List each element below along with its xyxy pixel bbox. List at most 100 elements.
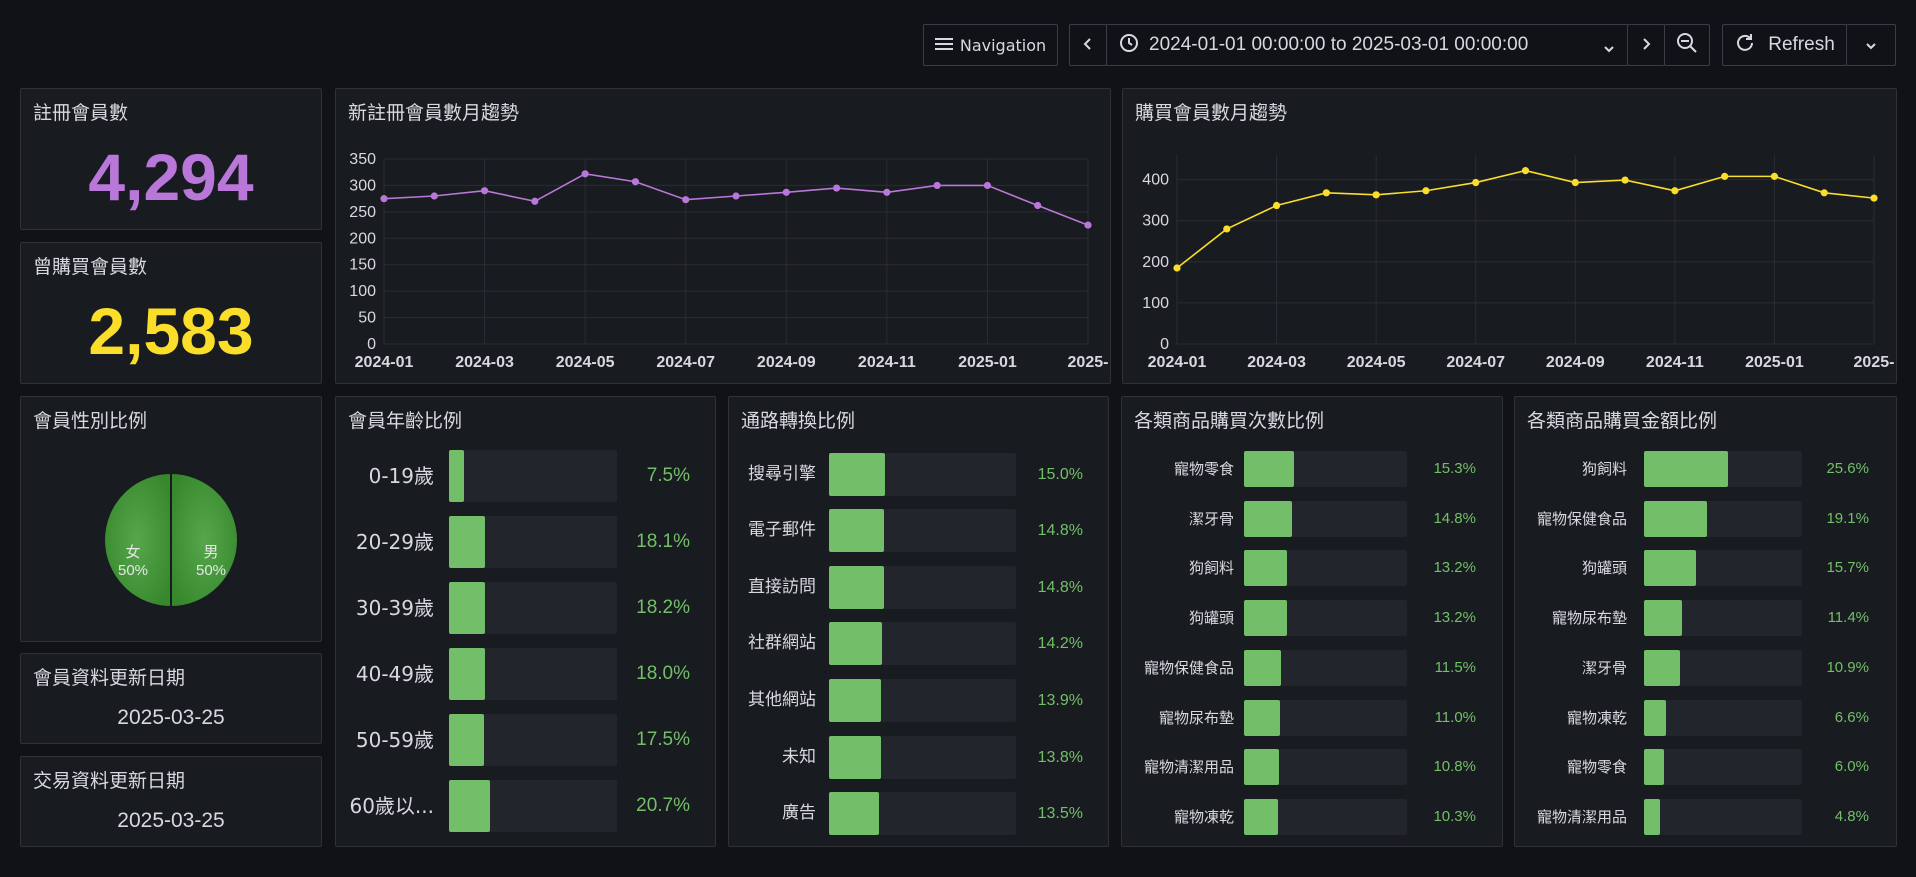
bar-fill[interactable] [1644, 500, 1707, 537]
bar-fill[interactable] [1244, 451, 1294, 487]
bar-fill[interactable] [1644, 649, 1680, 686]
bar-value-label: 14.8% [1037, 578, 1083, 596]
data-point[interactable] [1173, 264, 1181, 272]
bar-fill[interactable] [1644, 600, 1682, 637]
time-forward-button[interactable] [1627, 24, 1665, 66]
data-point[interactable] [480, 187, 489, 195]
time-range-text: 2024-01-01 00:00:00 to 2025-03-01 00:00:… [1149, 34, 1529, 55]
data-point[interactable] [983, 181, 992, 190]
bar-fill[interactable] [829, 509, 885, 553]
bar-value-label: 13.8% [1037, 748, 1083, 766]
x-tick-label: 2024-03 [1247, 354, 1306, 371]
bar-fill[interactable] [1644, 749, 1664, 786]
refresh-interval-dropdown[interactable] [1846, 24, 1896, 66]
data-point[interactable] [1422, 187, 1430, 195]
data-point[interactable] [1322, 189, 1330, 197]
chevron-right-icon [1641, 36, 1651, 55]
bar-row: 寵物尿布墊 11.0% [1122, 699, 1502, 736]
data-point[interactable] [1272, 201, 1281, 210]
data-point[interactable] [1770, 172, 1779, 180]
bar-fill[interactable] [1244, 749, 1280, 786]
bar-fill[interactable] [1644, 798, 1660, 835]
bar-row: 50-59歲 17.5% [336, 714, 715, 766]
bar-fill[interactable] [449, 516, 485, 568]
x-tick-label: 2025-01 [958, 354, 1017, 371]
bar-value-label: 14.8% [1037, 522, 1083, 540]
bar-label: 搜尋引擎 [748, 463, 816, 484]
pie-slice-female[interactable] [103, 471, 172, 609]
data-point[interactable] [782, 188, 790, 196]
bar-fill[interactable] [1244, 699, 1280, 736]
bar-fill[interactable] [1644, 699, 1666, 736]
bar-fill[interactable] [829, 452, 886, 496]
bar-fill[interactable] [1244, 649, 1282, 686]
bar-fill[interactable] [449, 780, 490, 832]
y-tick-label: 400 [1142, 172, 1169, 189]
data-point[interactable] [1870, 194, 1878, 202]
bar-fill[interactable] [449, 648, 485, 700]
bar-fill[interactable] [1644, 451, 1729, 487]
purchase-members-line-chart: 0 100 200 300 400 2024-01 2024-03 2024-05 2024-0… [1142, 155, 1894, 371]
data-point[interactable] [531, 197, 539, 205]
bar-fill[interactable] [829, 565, 885, 609]
navigation-button[interactable]: Navigation [923, 24, 1058, 66]
data-point[interactable] [1034, 201, 1042, 210]
data-point[interactable] [1521, 167, 1530, 175]
bar-fill[interactable] [1244, 550, 1288, 587]
bar-fill[interactable] [449, 582, 485, 634]
bar-row: 寵物零食 6.0% [1515, 749, 1896, 786]
bar-fill[interactable] [829, 792, 880, 836]
y-tick-label: 300 [349, 177, 376, 194]
bar-value-label: 7.5% [646, 465, 690, 486]
time-range-picker[interactable]: 2024-01-01 00:00:00 to 2025-03-01 00:00:… [1106, 24, 1628, 66]
data-point[interactable] [380, 195, 388, 203]
bar-fill[interactable] [449, 450, 464, 502]
bar-value-label: 19.1% [1826, 509, 1869, 527]
bar-fill[interactable] [829, 678, 881, 722]
bar-fill[interactable] [449, 714, 484, 766]
bar-track [1644, 550, 1802, 587]
bar-fill[interactable] [829, 735, 881, 779]
data-point[interactable] [430, 192, 438, 200]
data-point[interactable] [1820, 189, 1828, 197]
y-tick-label: 100 [349, 283, 376, 300]
panel-title: 曾購買會員數 [33, 256, 148, 278]
x-tick-label: 2024-11 [858, 354, 916, 371]
bar-value-label: 13.5% [1037, 805, 1083, 823]
bar-track [1244, 798, 1407, 835]
pie-slice-male[interactable] [170, 471, 239, 609]
bar-track [449, 516, 617, 568]
data-point[interactable] [1571, 178, 1579, 187]
data-point[interactable] [1372, 191, 1380, 199]
clock-icon [1119, 33, 1139, 57]
bar-track [829, 678, 1016, 722]
zoom-out-button[interactable] [1664, 24, 1710, 66]
data-point[interactable] [1671, 187, 1679, 195]
data-point[interactable] [883, 188, 891, 196]
bar-fill[interactable] [1244, 600, 1288, 637]
data-point[interactable] [933, 181, 941, 190]
data-point[interactable] [1472, 178, 1480, 187]
data-point[interactable] [832, 184, 841, 192]
data-point[interactable] [682, 196, 690, 204]
data-point[interactable] [1223, 225, 1231, 233]
age-ratio-panel: 會員年齡比例 0-19歲 7.5% 20-29歲 18.1% 30-39歲 18.2% 40… [335, 396, 716, 847]
data-point[interactable] [732, 192, 740, 200]
bar-fill[interactable] [829, 622, 883, 666]
data-point[interactable] [1084, 221, 1092, 229]
bar-fill[interactable] [1244, 500, 1293, 537]
menu-icon [934, 36, 953, 55]
x-tick-label: 2024-05 [556, 354, 615, 371]
bar-fill[interactable] [1244, 798, 1278, 835]
data-point[interactable] [631, 178, 640, 186]
data-point[interactable] [581, 170, 589, 178]
time-back-button[interactable] [1069, 24, 1107, 66]
bar-row: 寵物凍乾 6.6% [1515, 699, 1896, 736]
bar-fill[interactable] [1644, 550, 1696, 587]
data-point[interactable] [1621, 176, 1629, 184]
data-point[interactable] [1721, 172, 1729, 180]
refresh-button[interactable]: Refresh [1722, 24, 1847, 66]
bar-label: 潔牙骨 [1188, 509, 1234, 528]
bar-label: 50-59歲 [355, 728, 434, 752]
refresh-label: Refresh [1768, 34, 1835, 55]
